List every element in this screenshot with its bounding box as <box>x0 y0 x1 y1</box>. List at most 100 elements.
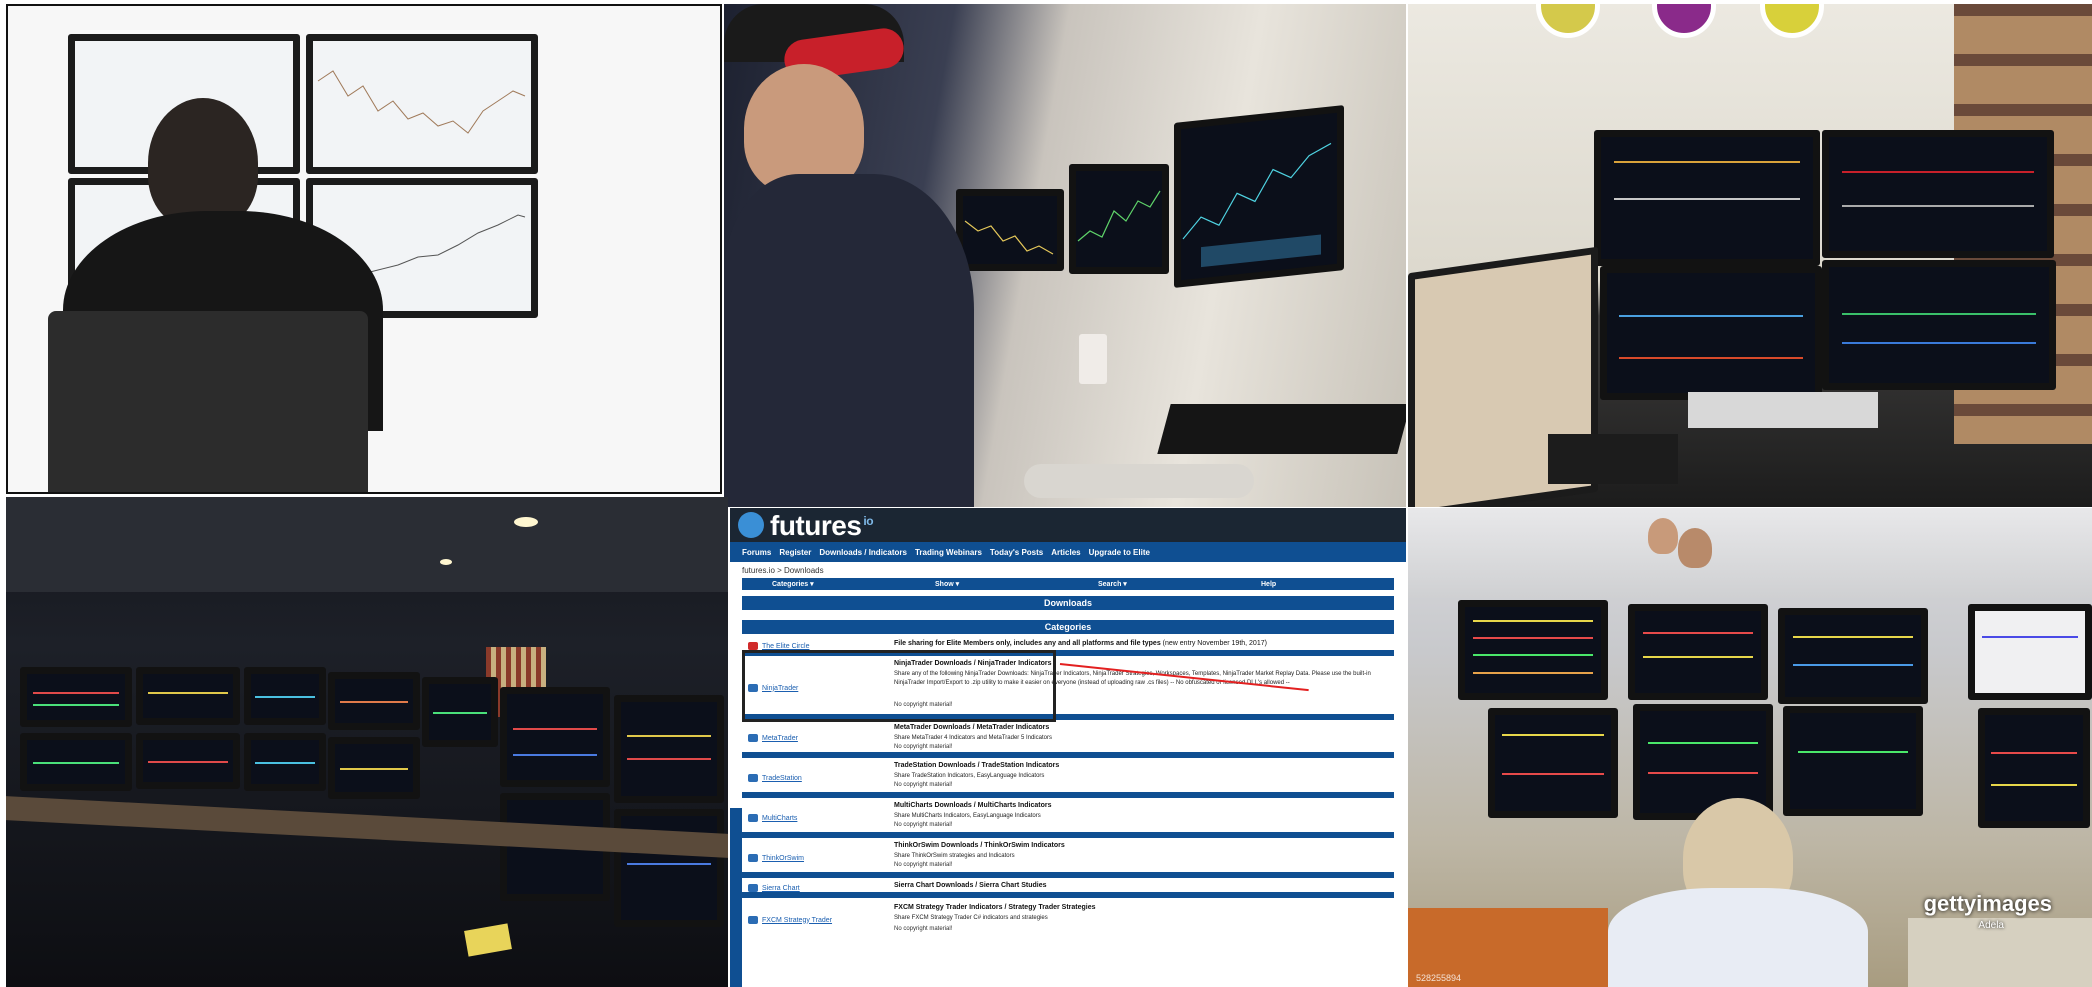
monitor-bloomberg <box>1628 604 1768 700</box>
category-title: TradeStation Downloads / TradeStation In… <box>894 762 1060 769</box>
photo-trading-floor: gettyimages Adela 528255894 <box>1408 508 2092 987</box>
category-row: TradeStation TradeStation Downloads / Tr… <box>742 758 1394 798</box>
category-description: Share FXCM Strategy Trader C# indicators… <box>894 915 1048 921</box>
keyboard <box>1548 434 1678 484</box>
monitor-bloomberg <box>1488 708 1618 818</box>
monitor-chart <box>1174 105 1344 288</box>
highlight-box <box>742 650 1056 722</box>
category-link[interactable]: FXCM Strategy Trader <box>748 916 832 924</box>
category-title: ThinkOrSwim Downloads / ThinkOrSwim Indi… <box>894 842 1065 849</box>
folder-icon <box>748 884 758 892</box>
note-paper <box>464 923 512 957</box>
person-head <box>148 98 258 228</box>
monitor <box>244 667 326 725</box>
wall-clock-icon <box>1536 4 1600 38</box>
site-logo-text[interactable]: futures io <box>770 510 874 542</box>
category-row: FXCM Strategy Trader FXCM Strategy Trade… <box>742 900 1394 940</box>
breadcrumb[interactable]: futures.io > Downloads <box>742 566 824 575</box>
nav-downloads[interactable]: Downloads / Indicators <box>819 548 907 557</box>
wall-clock-icon <box>1760 4 1824 38</box>
drink-cup <box>1079 334 1107 384</box>
monitor <box>328 737 420 799</box>
copyright-note: No copyright material! <box>894 782 953 788</box>
monitor <box>614 809 724 927</box>
monitor <box>1822 260 2056 390</box>
category-row: ThinkOrSwim ThinkOrSwim Downloads / Thin… <box>742 838 1394 878</box>
background-office <box>1408 508 2092 598</box>
monitor-chart <box>1069 164 1169 274</box>
folder-icon <box>748 854 758 862</box>
nav-register[interactable]: Register <box>779 548 811 557</box>
monitor <box>244 733 326 791</box>
section-title: Downloads <box>742 596 1394 610</box>
category-link[interactable]: Sierra Chart <box>748 884 800 892</box>
help-link[interactable]: Help <box>1231 581 1394 588</box>
copyright-note: No copyright material! <box>894 862 953 868</box>
category-description: Share MetaTrader 4 Indicators and MetaTr… <box>894 735 1052 741</box>
keyboard <box>1688 392 1878 428</box>
price-chart-icon <box>1077 190 1161 242</box>
category-title: MultiCharts Downloads / MultiCharts Indi… <box>894 802 1052 809</box>
nav-webinars[interactable]: Trading Webinars <box>915 548 982 557</box>
category-title: File sharing for Elite Members only, inc… <box>894 640 1267 647</box>
ceiling-light <box>514 517 538 527</box>
futures-io-downloads-page: futures io Forums Register Downloads / In… <box>730 508 1406 987</box>
photo-collage: futures io Forums Register Downloads / In… <box>0 0 2092 987</box>
monitor <box>20 667 132 727</box>
monitor <box>20 733 132 791</box>
person-body <box>724 174 974 507</box>
ceiling-light <box>440 559 452 565</box>
photo-trading-room <box>6 497 728 987</box>
category-title: MetaTrader Downloads / MetaTrader Indica… <box>894 724 1050 731</box>
monitor-bloomberg <box>1978 708 2090 828</box>
folder-icon <box>748 916 758 924</box>
photo-trader-four-monitors <box>6 4 722 494</box>
keyboard <box>1157 404 1406 454</box>
category-description: Share TradeStation Indicators, EasyLangu… <box>894 773 1045 779</box>
price-chart-icon <box>964 220 1054 255</box>
category-link[interactable]: ThinkOrSwim <box>748 854 804 862</box>
left-stripe <box>730 808 742 987</box>
copyright-note: No copyright material! <box>894 822 953 828</box>
category-link[interactable]: MetaTrader <box>748 734 798 742</box>
photo-trader-cap <box>724 4 1406 507</box>
person-background <box>1648 518 1678 554</box>
photo-home-office <box>1408 4 2092 507</box>
wall-clock-icon <box>1652 4 1716 38</box>
category-link[interactable]: The Elite Circle <box>748 642 809 650</box>
price-chart-icon <box>317 70 526 134</box>
category-link[interactable]: MultiCharts <box>748 814 797 822</box>
monitor <box>422 677 498 747</box>
monitor <box>136 667 240 725</box>
monitor <box>136 733 240 789</box>
chair <box>48 311 368 492</box>
getty-watermark: gettyimages <box>1923 891 2052 916</box>
category-description: Share ThinkOrSwim strategies and Indicat… <box>894 853 1015 859</box>
categories-dropdown[interactable]: Categories ▾ <box>742 580 905 588</box>
category-row: Sierra Chart Sierra Chart Downloads / Si… <box>742 878 1394 898</box>
category-link[interactable]: TradeStation <box>748 774 802 782</box>
price-chart-icon <box>1182 142 1332 268</box>
search-dropdown[interactable]: Search ▾ <box>1068 580 1231 588</box>
photographer-credit: Adela <box>1978 920 2004 931</box>
nav-articles[interactable]: Articles <box>1051 548 1080 557</box>
monitor-bloomberg <box>1783 706 1923 816</box>
folder-icon <box>748 734 758 742</box>
category-row: MultiCharts MultiCharts Downloads / Mult… <box>742 798 1394 838</box>
nav-forums[interactable]: Forums <box>742 548 771 557</box>
site-nav: Forums Register Downloads / Indicators T… <box>730 542 1406 562</box>
nav-todays-posts[interactable]: Today's Posts <box>990 548 1043 557</box>
filter-bar: Categories ▾ Show ▾ Search ▾ Help <box>742 578 1394 590</box>
copyright-note: No copyright material! <box>894 926 953 932</box>
photo-id: 528255894 <box>1416 973 1462 983</box>
ceiling <box>6 497 728 592</box>
category-description: Share MultiCharts Indicators, EasyLangua… <box>894 813 1041 819</box>
folder-icon <box>748 642 758 650</box>
monitor <box>1822 130 2054 258</box>
monitor-chart <box>306 34 538 174</box>
monitor-bloomberg <box>1778 608 1928 704</box>
show-dropdown[interactable]: Show ▾ <box>905 580 1068 588</box>
monitor <box>1968 604 2092 700</box>
nav-upgrade[interactable]: Upgrade to Elite <box>1089 548 1150 557</box>
person-background <box>1678 528 1712 568</box>
